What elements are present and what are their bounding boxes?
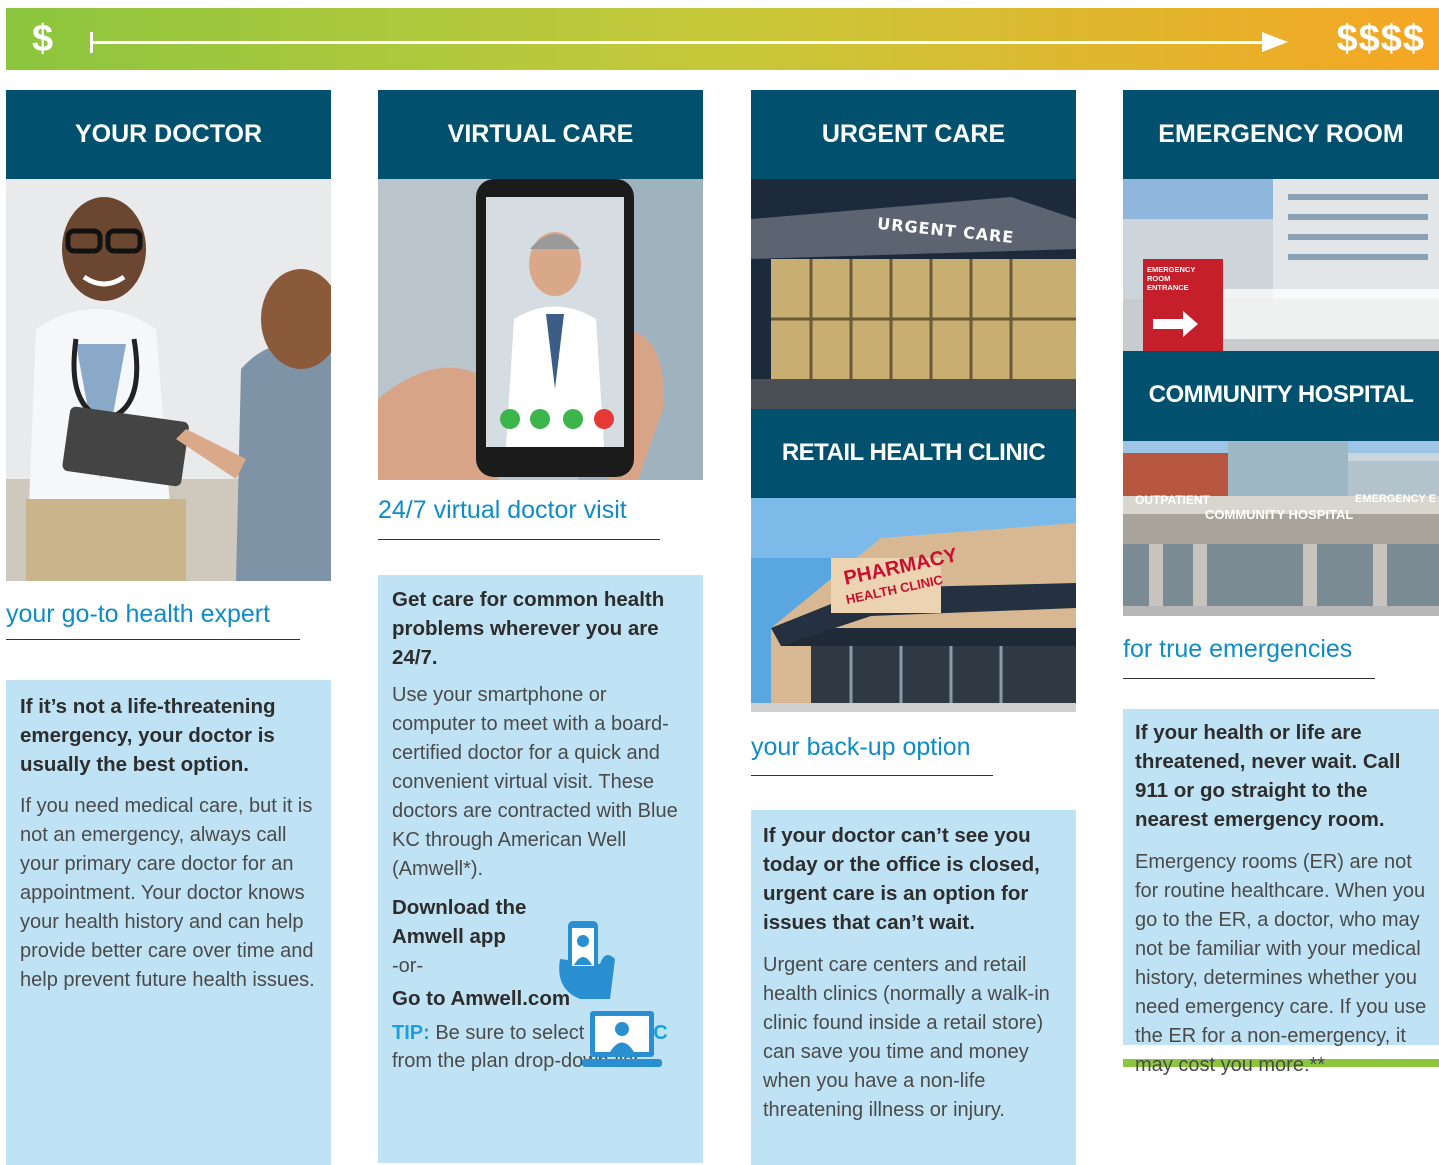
community-hospital-illustration [1123,441,1439,616]
column-tagline: 24/7 virtual doctor visit [378,496,627,524]
download-app-text[interactable]: Download the Amwell app [392,893,542,951]
phone-video-call-illustration [378,179,703,480]
column-subheader: RETAIL HEALTH CLINIC [751,409,1076,498]
outpatient-sign: OUTPATIENT [1135,493,1210,507]
column-header: YOUR DOCTOR [6,90,331,179]
info-lead: If your health or life are threatened, n… [1135,721,1401,831]
info-lead: If your doctor can’t see you today or th… [763,824,1040,934]
info-box: If your doctor can’t see you today or th… [751,810,1076,1165]
urgent-care-building-illustration [751,179,1076,409]
doctor-illustration [6,179,331,581]
emergency-room-photo: EMERGENCY ROOM ENTRANCE [1123,179,1439,351]
column-emergency-room: EMERGENCY ROOM EMERGENCY ROOM ENTRANCE C… [1123,90,1439,1076]
column-tagline: for true emergencies [1123,635,1353,663]
goto-website-text[interactable]: Go to Amwell.com [392,984,689,1013]
info-body: If you need medical care, but it is not … [20,795,315,991]
cost-arrow [90,41,1270,44]
cost-low-label: $ [32,18,54,60]
tip-label: TIP: [392,1022,430,1044]
info-body: Emergency rooms (ER) are not for routine… [1135,851,1427,1076]
hospital-sign: COMMUNITY HOSPITAL [1205,507,1354,522]
community-hospital-photo: OUTPATIENT EMERGENCY E COMMUNITY HOSPITA… [1123,441,1439,616]
or-text: -or- [392,955,424,977]
arrow-head-icon [1262,32,1288,52]
column-subheader: COMMUNITY HOSPITAL [1123,351,1439,441]
retail-clinic-photo: PHARMACY HEALTH CLINIC [751,498,1076,712]
column-header: EMERGENCY ROOM [1123,90,1439,179]
column-virtual-care: VIRTUAL CARE 24/7 virtual doctor visit G… [378,90,703,1163]
retail-clinic-building-illustration [751,498,1076,712]
divider [751,775,993,776]
info-box: If it’s not a life-threatening emergency… [6,680,331,1165]
info-body: Use your smartphone or computer to meet … [392,684,678,880]
cost-high-label: $$$$ [1336,18,1425,60]
column-urgent-care: URGENT CARE URGENT CARE RETAIL HEALTH CL… [751,90,1076,1165]
info-lead: Get care for common health problems wher… [392,588,665,669]
column-tagline: your back-up option [751,733,971,761]
info-box: If your health or life are threatened, n… [1123,709,1439,1076]
divider [378,539,660,540]
column-your-doctor: YOUR DOCTOR your go-to health expert If … [6,90,331,1165]
smartphone-hand-icon [559,921,615,999]
divider [6,639,300,640]
emergency-sign: EMERGENCY E [1355,493,1437,505]
cost-scale-bar: $ $$$$ [6,8,1439,70]
virtual-visit-photo [378,179,703,480]
info-box: Get care for common health problems wher… [378,575,703,1163]
divider [1123,678,1375,679]
column-header: VIRTUAL CARE [378,90,703,179]
laptop-doctor-icon [582,1011,662,1067]
doctor-photo [6,179,331,581]
info-body: Urgent care centers and retail health cl… [763,954,1050,1121]
column-header: URGENT CARE [751,90,1076,179]
er-entrance-sign: EMERGENCY ROOM ENTRANCE [1147,265,1196,292]
info-lead: If it’s not a life-threatening emergency… [20,695,276,776]
urgent-care-photo: URGENT CARE [751,179,1076,409]
column-tagline: your go-to health expert [6,600,271,628]
